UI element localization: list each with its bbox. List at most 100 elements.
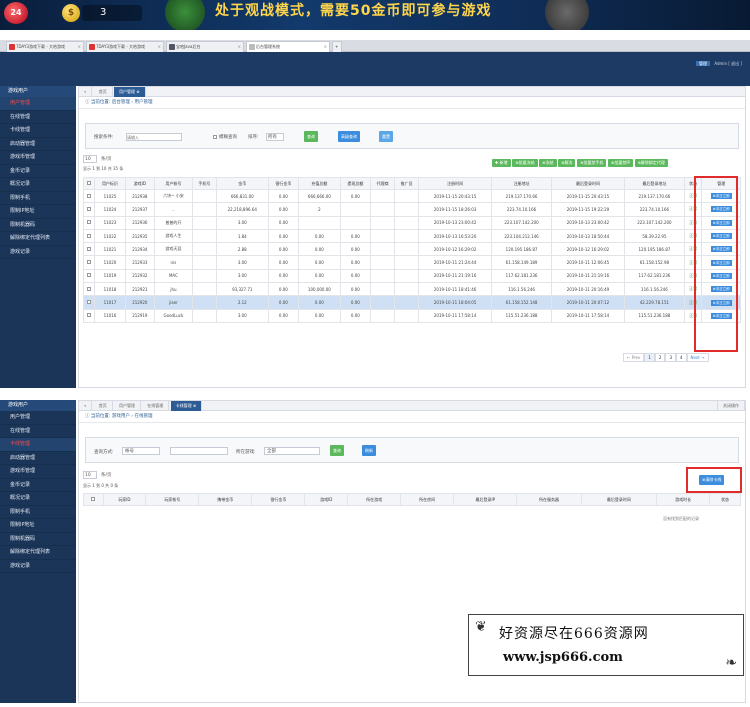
table-row[interactable]: 11024 212937.. 22,218,896.64 0.00 2 2019-11-1… <box>82 202 741 217</box>
table-row[interactable]: 11020 212933 nis 3.00 0.00 0.00 0.00 2019-10-11… <box>82 255 741 270</box>
column-header[interactable]: 银行金币 <box>251 493 306 506</box>
sidebar-item-unbind-proxy[interactable]: 解除绑定代理列表 <box>0 232 76 246</box>
new-tab-button[interactable]: + <box>332 41 342 52</box>
row-checkbox[interactable] <box>87 286 92 291</box>
column-header[interactable]: 注册地址 <box>491 177 553 190</box>
sidebar-item-limit-ip[interactable]: 限制IP地址 <box>0 519 76 533</box>
query-input[interactable] <box>170 447 228 455</box>
sidebar-item-limit-ip[interactable]: 限制IP地址 <box>0 205 76 219</box>
sidebar-item-user-manage[interactable]: 用户管理 <box>0 411 76 425</box>
close-icon[interactable]: × <box>324 42 327 52</box>
sidebar-item-limit-phone[interactable]: 限制手机 <box>0 192 76 205</box>
close-operations-tab[interactable]: 关闭操作 <box>717 401 745 411</box>
sidebar-item-stuck[interactable]: 卡线管理 <box>0 124 76 138</box>
game-select[interactable]: 全部 <box>264 447 320 455</box>
row-checkbox[interactable] <box>87 313 92 318</box>
sidebar-item-game-log[interactable]: 游戏记录 <box>0 560 76 573</box>
column-header[interactable] <box>82 177 96 190</box>
row-checkbox-cell[interactable] <box>82 228 96 244</box>
page-2[interactable]: 2 <box>654 353 666 362</box>
sidebar-title[interactable]: 游戏用户 <box>0 400 76 411</box>
column-header[interactable]: 玩家帐号 <box>145 493 200 506</box>
batch-ban-ip-button[interactable]: ⊕批量禁IP <box>608 159 633 167</box>
browser-tab[interactable]: 7DAY3游戏下载 - 大哈游戏 × <box>86 41 164 52</box>
batch-freeze-button[interactable]: ⊕批量冻结 <box>512 159 538 167</box>
tab-user-manage[interactable]: 用户管理 <box>114 401 142 411</box>
add-button[interactable]: ✚ 新增 <box>492 159 511 167</box>
tab-home[interactable]: 首页 <box>94 87 113 97</box>
sidebar-item-game-log[interactable]: 游戏记录 <box>0 246 76 259</box>
user-name[interactable]: Admin [ 退出 ] <box>714 61 742 66</box>
back-icon[interactable]: « <box>79 87 93 97</box>
sidebar-item-gamecoin[interactable]: 游戏币管理 <box>0 151 76 165</box>
row-checkbox[interactable] <box>87 233 92 238</box>
row-checkbox-cell[interactable] <box>82 215 96 230</box>
column-header[interactable]: 游戏ID <box>124 177 155 190</box>
browser-tab[interactable]: 宝哈Java后台 × <box>166 41 244 52</box>
close-icon[interactable]: × <box>78 42 81 52</box>
column-header[interactable] <box>83 493 104 506</box>
column-header[interactable]: 最后登录地址 <box>623 177 685 190</box>
tab-stuck-manage[interactable]: 卡线管理 ⊗ <box>170 401 203 411</box>
sidebar-item-launcher[interactable]: 启动器管理 <box>0 452 76 465</box>
unbind-proxy-button[interactable]: ⊕解除绑定代理 <box>634 159 668 167</box>
table-row[interactable]: 11023 212936 普普的开 3.00 0.00 2019-10-13 23:00:… <box>82 215 741 230</box>
sidebar-item-overview-log[interactable]: 概况记录 <box>0 178 76 192</box>
browser-tab-active[interactable]: 后台管理系统 × <box>246 41 330 52</box>
table-row[interactable]: 11025 212938 六块~ 小安 666,831.00 0.00 666,666.0… <box>82 188 741 204</box>
select-all-checkbox[interactable] <box>91 497 96 501</box>
column-header[interactable]: 携带金币 <box>198 493 253 506</box>
row-checkbox-cell[interactable] <box>82 255 96 270</box>
sidebar-item-unbind-proxy[interactable]: 解除绑定代理列表 <box>0 546 76 560</box>
row-checkbox-cell[interactable] <box>82 308 96 323</box>
column-header[interactable]: 金币 <box>215 177 269 190</box>
tab-home[interactable]: 首页 <box>94 401 113 411</box>
page-size-select[interactable]: 10 <box>83 155 97 163</box>
column-header[interactable]: 游戏时长 <box>656 493 711 506</box>
row-checkbox-cell[interactable] <box>82 268 96 284</box>
tab-online-manage[interactable]: 在线管理 <box>142 401 170 411</box>
sidebar-item-limit-machine[interactable]: 限制机器码 <box>0 533 76 546</box>
column-header[interactable]: 所在服务器 <box>516 493 582 506</box>
row-checkbox-cell[interactable] <box>82 202 96 217</box>
table-row[interactable]: 11018 212921 jhu 93,327.71 0.00 100,000.00 0.0… <box>82 282 741 297</box>
tab-user-manage[interactable]: 用户管理 ⊗ <box>114 87 146 97</box>
sidebar-title[interactable]: 游戏用户 <box>0 86 76 97</box>
table-row[interactable]: 11021 212934 游戏天涯 2.88 0.00 0.00 0.00 2019-10-1… <box>82 242 741 257</box>
table-row[interactable]: 11019 212932 MAC 3.00 0.00 0.00 0.00 2019-10-11… <box>82 268 741 284</box>
close-icon[interactable]: × <box>158 42 161 52</box>
row-checkbox[interactable] <box>87 206 92 211</box>
unfreeze-button[interactable]: ⊕解冻 <box>558 159 576 167</box>
search-input[interactable] <box>126 133 182 141</box>
page-4[interactable]: 4 <box>676 353 687 362</box>
row-checkbox-cell[interactable] <box>82 282 96 297</box>
reset-button[interactable]: 重置 <box>379 131 393 142</box>
table-row[interactable]: 11022 212935 游戏人生 1.84 0.00 0.00 0.00 2019-10-1… <box>82 228 741 244</box>
column-header[interactable]: 所在游戏 <box>347 493 402 506</box>
back-icon[interactable]: « <box>79 401 93 411</box>
sidebar-item-limit-phone[interactable]: 限制手机 <box>0 506 76 519</box>
query-type-select[interactable]: 帐号 <box>122 447 160 455</box>
page-1[interactable]: 1 <box>644 353 655 362</box>
page-size-select[interactable]: 10 <box>83 471 97 479</box>
row-checkbox[interactable] <box>87 193 92 198</box>
column-header[interactable]: 推广员 <box>394 177 420 190</box>
column-header[interactable]: 代理商 <box>370 177 396 190</box>
table-row[interactable]: 11017 212920 jiaer 2.12 0.00 0.00 0.00 2019-10-… <box>82 295 741 310</box>
sidebar-item-gamecoin[interactable]: 游戏币管理 <box>0 465 76 479</box>
refresh-button[interactable]: 刷新 <box>362 445 376 456</box>
batch-ban-phone-button[interactable]: ⊕批量禁手机 <box>577 159 607 167</box>
column-header[interactable]: 注册时间 <box>418 177 493 190</box>
sidebar-item-gold-log[interactable]: 金币记录 <box>0 165 76 178</box>
sort-select[interactable]: 所有 <box>266 133 284 141</box>
column-header[interactable]: 状态 <box>709 493 741 506</box>
column-header[interactable]: 游戏ID <box>304 493 349 506</box>
search-button[interactable]: 查询 <box>330 445 344 456</box>
row-checkbox[interactable] <box>87 260 92 265</box>
fuzzy-checkbox[interactable] <box>213 135 217 139</box>
page-3[interactable]: 3 <box>665 353 676 362</box>
column-header[interactable]: 提现总额 <box>339 177 372 190</box>
sidebar-item-gold-log[interactable]: 金币记录 <box>0 479 76 492</box>
column-header[interactable]: 充值总额 <box>298 177 341 190</box>
freeze-button[interactable]: ⊕冻结 <box>539 159 557 167</box>
